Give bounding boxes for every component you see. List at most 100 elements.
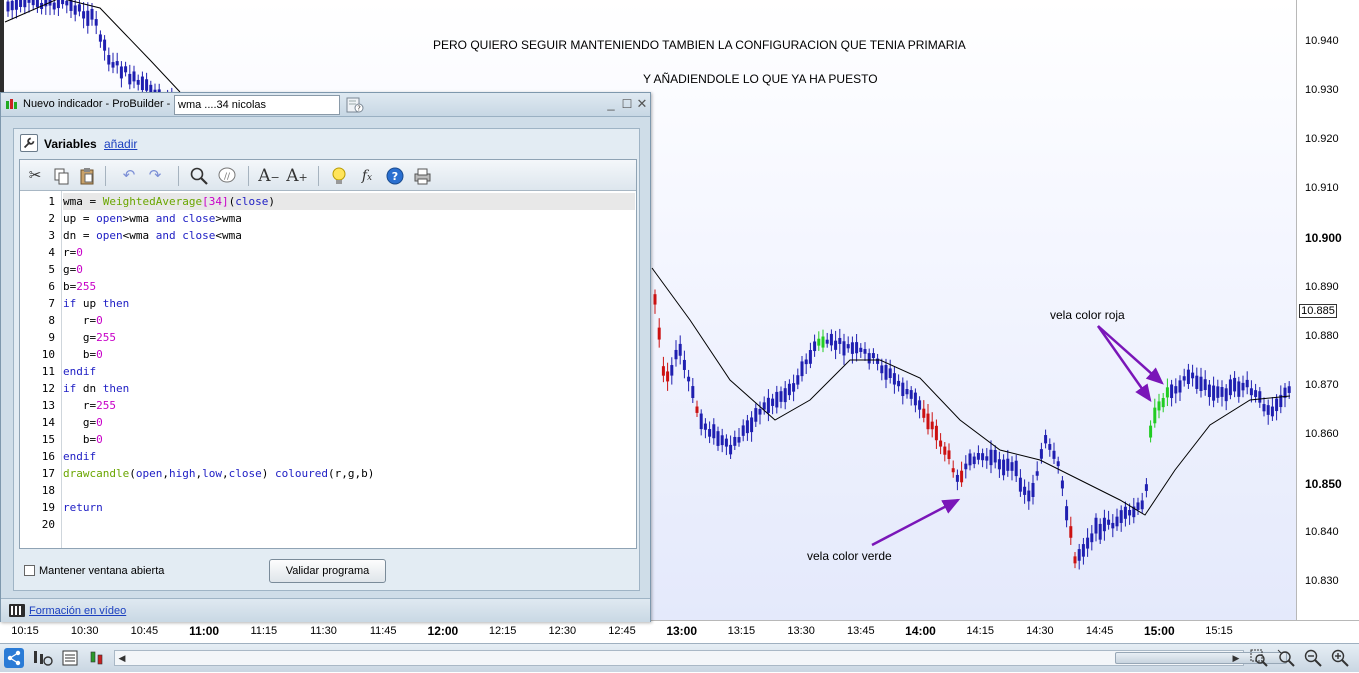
candle-body bbox=[56, 0, 60, 9]
candle-body bbox=[792, 383, 796, 392]
bulb-icon[interactable] bbox=[328, 165, 350, 187]
candle-body bbox=[1170, 384, 1174, 399]
line-number: 7 bbox=[48, 297, 55, 310]
candle-body bbox=[741, 425, 745, 436]
candle-body bbox=[808, 350, 812, 364]
checkbox-icon[interactable] bbox=[24, 565, 35, 576]
candle-body bbox=[1023, 486, 1027, 495]
undo-icon[interactable]: ↶ bbox=[118, 165, 140, 187]
code-line[interactable]: r=255 bbox=[63, 397, 635, 414]
code-line[interactable]: g=0 bbox=[63, 261, 635, 278]
font-decrease-icon[interactable]: A− bbox=[258, 165, 280, 187]
line-number: 4 bbox=[48, 246, 55, 259]
code-line[interactable]: if up then bbox=[63, 295, 635, 312]
paste-icon[interactable] bbox=[76, 165, 98, 187]
candle-body bbox=[922, 408, 926, 418]
toolbar-separator bbox=[105, 166, 106, 186]
help-icon[interactable]: ? bbox=[384, 165, 406, 187]
candles-icon[interactable] bbox=[88, 648, 108, 668]
line-number: 16 bbox=[41, 450, 55, 463]
list-icon[interactable] bbox=[60, 648, 80, 668]
line-number: 2 bbox=[48, 212, 55, 225]
indicator-name-input[interactable] bbox=[174, 95, 340, 115]
time-tick: 11:30 bbox=[310, 625, 337, 637]
code-line[interactable]: endif bbox=[63, 448, 635, 465]
probuilder-titlebar[interactable]: Nuevo indicador - ProBuilder - ? _ ☐ ✕ bbox=[1, 93, 650, 117]
code-line[interactable]: g=255 bbox=[63, 329, 635, 346]
training-video-link[interactable]: Formación en vídeo bbox=[29, 605, 126, 617]
candle-body bbox=[859, 347, 863, 352]
scroll-left-icon[interactable]: ◀ bbox=[115, 651, 129, 665]
bottom-toolbar: ◀ ▶ bbox=[0, 643, 1359, 672]
code-line[interactable] bbox=[63, 482, 635, 499]
fx-icon[interactable]: fx bbox=[356, 165, 378, 187]
code-line[interactable]: if dn then bbox=[63, 380, 635, 397]
code-line[interactable]: b=0 bbox=[63, 431, 635, 448]
indicator-icon[interactable] bbox=[32, 648, 53, 668]
chart-note-line2: Y AÑADIENDOLE LO QUE YA HA PUESTO bbox=[643, 72, 878, 86]
line-number: 11 bbox=[41, 365, 55, 378]
keep-window-open-checkbox[interactable]: Mantener ventana abierta bbox=[24, 565, 164, 577]
redo-icon[interactable]: ↷ bbox=[144, 165, 166, 187]
candle-body bbox=[720, 435, 724, 446]
candle-body bbox=[1081, 544, 1085, 557]
code-line[interactable]: up = open>wma and close>wma bbox=[63, 210, 635, 227]
scroll-right-icon[interactable]: ▶ bbox=[1229, 651, 1243, 665]
probuilder-footer: Formación en vídeo bbox=[1, 598, 650, 622]
code-area[interactable]: 1 2 3 4 5 6 7 8 9 10 11 12 13 14 15 16 17 18 19 20 wma = We… bbox=[20, 191, 636, 548]
price-tick: 10.900 bbox=[1305, 231, 1342, 246]
code-line[interactable]: b=0 bbox=[63, 346, 635, 363]
candle-body bbox=[989, 449, 993, 466]
zoom-in-icon[interactable] bbox=[1330, 648, 1350, 668]
candle-body bbox=[1182, 376, 1186, 381]
code-line[interactable]: g=0 bbox=[63, 414, 635, 431]
font-increase-icon[interactable]: A+ bbox=[286, 165, 308, 187]
candle-body bbox=[1086, 537, 1090, 549]
share-icon[interactable] bbox=[4, 648, 24, 668]
candle-body bbox=[128, 73, 132, 85]
wrench-icon[interactable] bbox=[20, 134, 38, 152]
time-tick: 12:30 bbox=[548, 625, 577, 637]
time-axis[interactable]: 10:15 10:30 10:45 11:00 11:15 11:30 11:45 12:00… bbox=[0, 620, 1359, 642]
help-doc-icon[interactable]: ? bbox=[346, 97, 364, 113]
cut-icon[interactable]: ✂ bbox=[24, 165, 46, 187]
zoom-fit-icon[interactable] bbox=[1249, 648, 1269, 668]
code-line[interactable]: r=0 bbox=[63, 312, 635, 329]
add-variable-link[interactable]: añadir bbox=[104, 137, 137, 151]
price-tick: 10.880 bbox=[1305, 329, 1339, 342]
candle-body bbox=[804, 359, 808, 365]
code-line[interactable]: return bbox=[63, 499, 635, 516]
code-line[interactable]: drawcandle(open,high,low,close) coloured… bbox=[63, 465, 635, 482]
price-tick: 10.830 bbox=[1305, 575, 1339, 588]
probuilder-window[interactable]: Nuevo indicador - ProBuilder - ? _ ☐ ✕ V… bbox=[0, 92, 651, 622]
search-icon[interactable] bbox=[188, 165, 210, 187]
minimize-icon[interactable]: _ bbox=[604, 96, 618, 112]
candle-body bbox=[1207, 384, 1211, 398]
code-line[interactable] bbox=[63, 516, 635, 533]
candle-body bbox=[27, 0, 31, 3]
copy-icon[interactable] bbox=[50, 165, 72, 187]
candle-body bbox=[930, 421, 934, 430]
candle-body bbox=[750, 417, 754, 433]
candle-body bbox=[863, 349, 867, 354]
maximize-icon[interactable]: ☐ bbox=[620, 96, 634, 112]
candle-body bbox=[1203, 379, 1207, 391]
candle-body bbox=[1107, 519, 1111, 525]
horizontal-scrollbar[interactable]: ◀ ▶ bbox=[114, 650, 1287, 666]
code-line[interactable]: wma = WeightedAverage[34](close) bbox=[63, 193, 635, 210]
code-line[interactable]: b=255 bbox=[63, 278, 635, 295]
candle-body bbox=[107, 55, 111, 65]
zoom-out-icon[interactable] bbox=[1303, 648, 1323, 668]
code-line[interactable]: r=0 bbox=[63, 244, 635, 261]
print-icon[interactable] bbox=[411, 165, 433, 187]
validate-program-button[interactable]: Validar programa bbox=[269, 559, 386, 583]
candle-body bbox=[1174, 386, 1178, 394]
zoom-box-icon[interactable] bbox=[1276, 648, 1296, 668]
line-number: 1 bbox=[48, 195, 55, 208]
code-line[interactable]: endif bbox=[63, 363, 635, 380]
close-icon[interactable]: ✕ bbox=[635, 96, 649, 112]
line-number: 17 bbox=[41, 467, 55, 480]
code-line[interactable]: dn = open<wma and close<wma bbox=[63, 227, 635, 244]
comment-icon[interactable]: // bbox=[216, 165, 238, 187]
candle-body bbox=[111, 62, 115, 68]
